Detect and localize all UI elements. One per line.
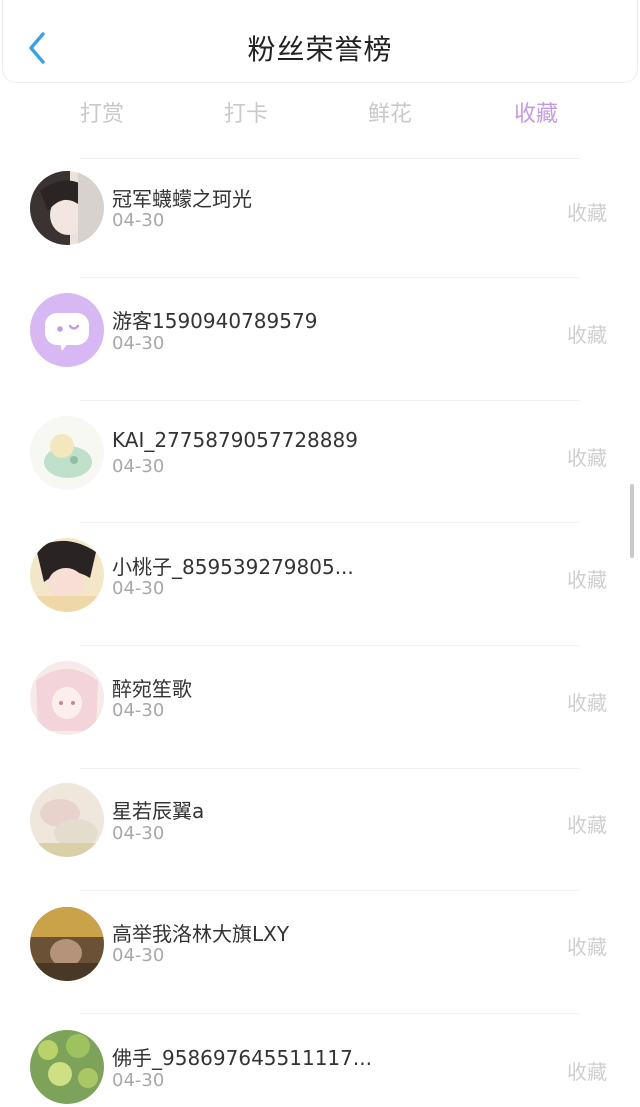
avatar [30, 171, 104, 245]
fan-date: 04-30 [112, 823, 165, 844]
fan-date: 04-30 [112, 456, 165, 477]
avatar [30, 538, 104, 612]
favorite-action[interactable]: 收藏 [567, 564, 607, 593]
fan-date: 04-30 [112, 1070, 165, 1091]
favorite-action[interactable]: 收藏 [567, 319, 607, 348]
fan-date: 04-30 [112, 700, 165, 721]
page-title: 粉丝荣誉榜 [247, 33, 393, 66]
favorite-action[interactable]: 收藏 [567, 1056, 607, 1085]
fan-name: 小桃子_859539279805... [112, 555, 354, 579]
list-divider [80, 277, 580, 278]
fan-date: 04-30 [112, 333, 165, 354]
tab-flowers[interactable]: 鲜花 [340, 96, 440, 128]
tab-tips[interactable]: 打赏 [52, 96, 152, 128]
list-divider [80, 522, 580, 523]
avatar [30, 661, 104, 735]
fan-date: 04-30 [112, 578, 165, 599]
list-item[interactable]: 醉宛笙歌 04-30 收藏 [0, 649, 640, 772]
fan-name: 佛手_958697645511117... [112, 1046, 372, 1070]
avatar [30, 416, 104, 490]
avatar [30, 1030, 104, 1104]
avatar [30, 293, 104, 367]
tab-checkin[interactable]: 打卡 [196, 96, 296, 128]
fan-name: 游客1590940789579 [112, 309, 318, 333]
fan-date: 04-30 [112, 210, 165, 231]
tab-favorites[interactable]: 收藏 [486, 96, 586, 128]
favorite-action[interactable]: 收藏 [567, 931, 607, 960]
list-item[interactable]: 冠军蠛蠓之珂光 04-30 收藏 [0, 159, 640, 282]
favorite-action[interactable]: 收藏 [567, 197, 607, 226]
list-item[interactable]: KAI_2775879057728889 04-30 收藏 [0, 404, 640, 527]
list-divider [80, 1013, 580, 1014]
tab-bar: 打赏 打卡 鲜花 收藏 [0, 90, 640, 134]
fan-name: 冠军蠛蠓之珂光 [112, 187, 252, 211]
list-item[interactable]: 佛手_958697645511117... 04-30 收藏 [0, 1018, 640, 1107]
list-item[interactable]: 游客1590940789579 04-30 收藏 [0, 282, 640, 405]
list-divider [80, 890, 580, 891]
favorite-action[interactable]: 收藏 [567, 809, 607, 838]
fan-name: KAI_2775879057728889 [112, 428, 358, 452]
favorite-action[interactable]: 收藏 [567, 442, 607, 471]
fan-date: 04-30 [112, 945, 165, 966]
list-divider [80, 400, 580, 401]
avatar [30, 907, 104, 981]
list-item[interactable]: 小桃子_859539279805... 04-30 收藏 [0, 527, 640, 650]
list-divider [80, 645, 580, 646]
fan-name: 星若辰翼a [112, 799, 205, 823]
avatar [30, 783, 104, 857]
favorite-action[interactable]: 收藏 [567, 687, 607, 716]
scrollbar[interactable] [630, 484, 634, 558]
fan-name: 高举我洛林大旗LXY [112, 922, 290, 946]
list-item[interactable]: 星若辰翼a 04-30 收藏 [0, 772, 640, 895]
list-item[interactable]: 高举我洛林大旗LXY 04-30 收藏 [0, 895, 640, 1018]
list-divider [80, 768, 580, 769]
top-bar: 粉丝荣誉榜 [2, 0, 638, 83]
fan-name: 醉宛笙歌 [112, 677, 192, 701]
